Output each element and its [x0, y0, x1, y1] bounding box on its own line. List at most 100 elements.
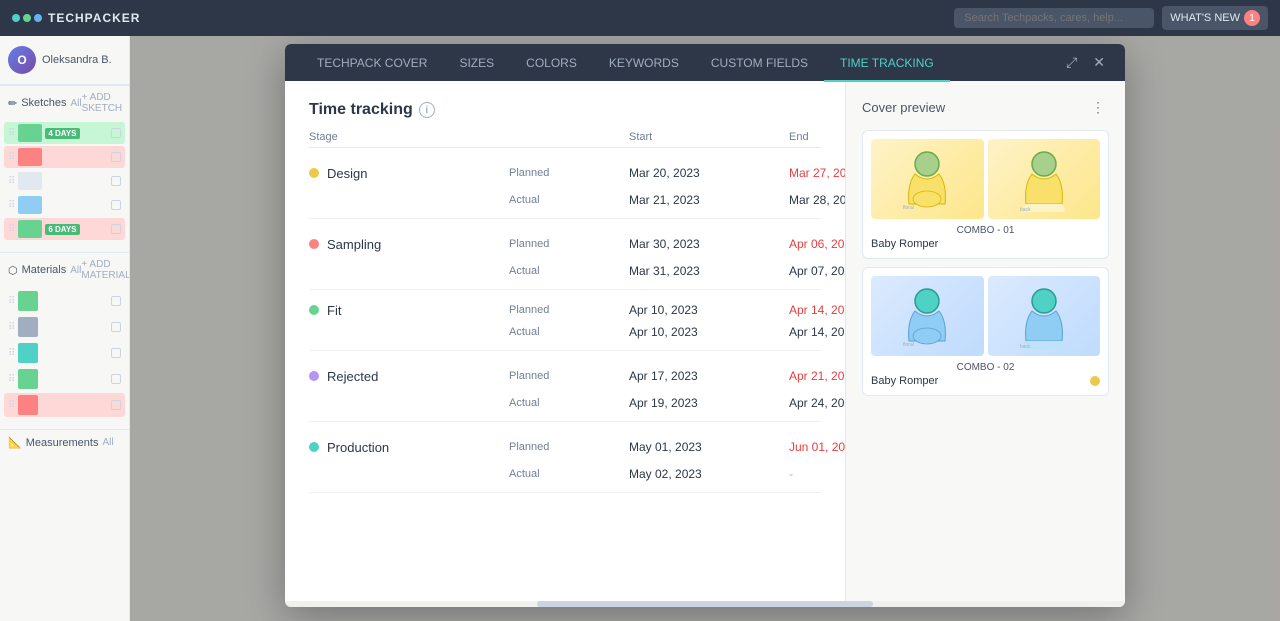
material-swatch [18, 395, 38, 415]
material-item-3[interactable]: ⠿ [4, 341, 125, 365]
sketch-checkbox[interactable] [111, 224, 121, 234]
rejected-actual-start: Apr 19, 2023 [629, 396, 789, 410]
dot-3 [34, 14, 42, 22]
material-swatch [18, 343, 38, 363]
material-item-4[interactable]: ⠿ [4, 367, 125, 391]
sketch-item-4[interactable]: ⠿ [4, 194, 125, 216]
sampling-planned-end: Apr 06, 2023 [789, 237, 845, 251]
rejected-actual-end: Apr 24, 2023 [789, 396, 845, 410]
fit-actual-start: Apr 10, 2023 [629, 325, 789, 339]
production-planned-end: Jun 01, 2023 [789, 440, 845, 454]
material-checkbox[interactable] [111, 400, 121, 410]
stage-design: Design Planned Mar 20, 2023 Mar 27, 2023… [309, 148, 821, 219]
svg-text:back: back [1020, 207, 1031, 213]
grip-icon: ⠿ [8, 200, 15, 211]
fit-dot [309, 305, 319, 315]
combo-01-name: Baby Romper [871, 238, 938, 250]
sketch-checkbox[interactable] [111, 128, 121, 138]
tab-sizes[interactable]: SIZES [443, 44, 510, 82]
add-material-btn[interactable]: + ADD MATERIAL [81, 259, 130, 281]
stage-row-rejected-planned: Rejected Planned Apr 17, 2023 Apr 21, 20… [309, 359, 821, 393]
sketch-list: ⠿ 4 DAYS ⠿ ⠿ ⠿ [0, 120, 129, 244]
material-item-1[interactable]: ⠿ [4, 289, 125, 313]
material-checkbox[interactable] [111, 374, 121, 384]
stage-row-production-planned: Production Planned May 01, 2023 Jun 01, … [309, 430, 821, 464]
rejected-actual-label: Actual [509, 397, 629, 409]
combo-02-label: COMBO - 02 [871, 362, 1100, 373]
combo-02-name: Baby Romper [871, 375, 938, 387]
design-planned-end: Mar 27, 2023 [789, 166, 845, 180]
material-checkbox[interactable] [111, 322, 121, 332]
sketch-thumb [18, 124, 42, 142]
col-type [509, 131, 629, 143]
modal-scrollbar[interactable] [285, 601, 1125, 607]
sketch-checkbox[interactable] [111, 176, 121, 186]
scrollbar-thumb[interactable] [537, 601, 873, 607]
sketch-thumb [18, 148, 42, 166]
stage-name-sampling: Sampling [309, 237, 509, 252]
sketch-checkbox[interactable] [111, 152, 121, 162]
dot-2 [23, 14, 31, 22]
measurements-label: Measurements [26, 437, 99, 449]
grip-icon: ⠿ [8, 374, 15, 385]
combo-01-footer: Baby Romper [871, 238, 1100, 250]
stage-name-fit: Fit [309, 303, 509, 318]
tab-techpack-cover[interactable]: TECHPACK COVER [301, 44, 443, 82]
sketch-item-1[interactable]: ⠿ 4 DAYS [4, 122, 125, 144]
expand-button[interactable]: ⤢ [1062, 52, 1081, 73]
material-checkbox[interactable] [111, 296, 121, 306]
rejected-planned-start: Apr 17, 2023 [629, 369, 789, 383]
measurements-all: All [102, 437, 113, 448]
tab-colors[interactable]: COLORS [510, 44, 593, 82]
modal-overlay: TECHPACK COVER SIZES COLORS KEYWORDS CUS… [130, 36, 1280, 621]
sampling-actual-label: Actual [509, 265, 629, 277]
stage-fit: Fit Planned Apr 10, 2023 Apr 14, 2023 + [309, 290, 821, 351]
sampling-dot [309, 239, 319, 249]
whats-new-button[interactable]: WHAT'S NEW 1 [1162, 6, 1268, 30]
modal-title: Time tracking i [309, 101, 821, 119]
materials-section-header: ⬡ Materials All + ADD MATERIAL [0, 252, 129, 287]
cover-preview-more-btn[interactable]: ⋮ [1087, 97, 1109, 118]
stage-production: Production Planned May 01, 2023 Jun 01, … [309, 422, 821, 493]
stage-row-sampling-actual: Actual Mar 31, 2023 Apr 07, 2023 ↺ [309, 261, 821, 281]
sketches-section-header: ✏ Sketches All + ADD SKETCH [0, 85, 129, 120]
dot-1 [12, 14, 20, 22]
tab-custom-fields[interactable]: CUSTOM FIELDS [695, 44, 824, 82]
stage-row-sampling-planned: Sampling Planned Mar 30, 2023 Apr 06, 20… [309, 227, 821, 261]
modal-content: Time tracking i Stage Start End [285, 81, 1125, 601]
info-icon[interactable]: i [419, 102, 435, 118]
close-button[interactable]: ✕ [1089, 52, 1109, 73]
production-dot [309, 442, 319, 452]
tab-time-tracking[interactable]: TIME TRACKING [824, 44, 950, 82]
grip-icon: ⠿ [8, 176, 15, 187]
sketch-checkbox[interactable] [111, 200, 121, 210]
ruler-icon: 📐 [8, 436, 22, 449]
sketch-item-2[interactable]: ⠿ [4, 146, 125, 168]
sketch-item-5[interactable]: ⠿ 6 DAYS [4, 218, 125, 240]
pencil-icon: ✏ [8, 97, 17, 110]
modal: TECHPACK COVER SIZES COLORS KEYWORDS CUS… [285, 44, 1125, 607]
design-planned-label: Planned [509, 167, 629, 179]
stage-sampling: Sampling Planned Mar 30, 2023 Apr 06, 20… [309, 219, 821, 290]
production-actual-start: May 02, 2023 [629, 467, 789, 481]
fit-planned-label: Planned [509, 304, 629, 316]
rejected-dot [309, 371, 319, 381]
material-item-5[interactable]: ⠿ [4, 393, 125, 417]
production-actual-end: - [789, 467, 845, 481]
logo: TECHPACKER [12, 11, 140, 25]
fit-actual-label: Actual [509, 326, 629, 338]
material-item-2[interactable]: ⠿ [4, 315, 125, 339]
sketch-thumb [18, 196, 42, 214]
add-sketch-btn[interactable]: + ADD SKETCH [82, 92, 123, 114]
search-input[interactable] [954, 8, 1154, 28]
days-badge: 4 DAYS [45, 128, 79, 139]
sketch-item-3[interactable]: ⠿ [4, 170, 125, 192]
combo-02-images: floral back [871, 276, 1100, 356]
grip-icon: ⠿ [8, 128, 15, 139]
grip-icon: ⠿ [8, 152, 15, 163]
grip-icon: ⠿ [8, 322, 15, 333]
tab-keywords[interactable]: KEYWORDS [593, 44, 695, 82]
material-checkbox[interactable] [111, 348, 121, 358]
sidebar: O Oleksandra B. ✏ Sketches All + ADD SKE… [0, 36, 130, 621]
tracking-header: Stage Start End [309, 123, 821, 148]
